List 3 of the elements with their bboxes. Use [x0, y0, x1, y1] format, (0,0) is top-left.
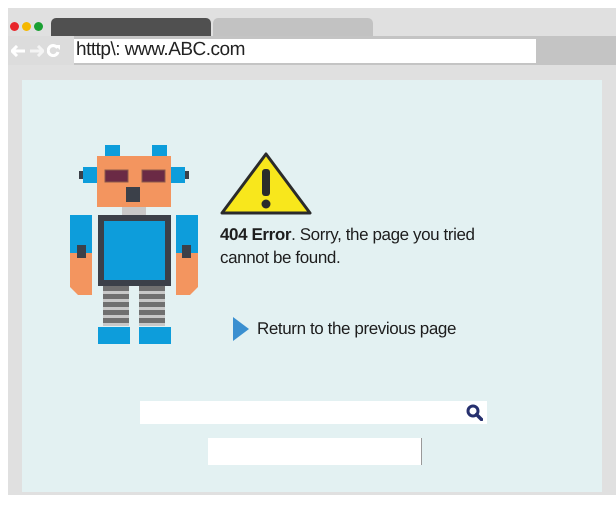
error-message: 404 Error. Sorry, the page you tried cannot be found.: [220, 224, 476, 269]
return-link[interactable]: Return to the previous page: [257, 316, 456, 342]
address-bar[interactable]: htttp\: www.ABC.com: [74, 38, 536, 62]
